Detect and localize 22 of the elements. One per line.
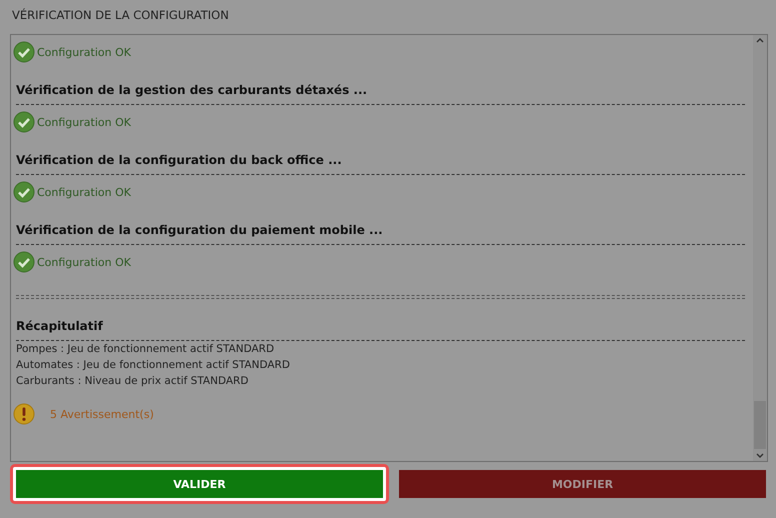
summary-line: Pompes : Jeu de fonctionnement actif STANDARD — [16, 342, 276, 357]
check-icon — [13, 111, 35, 133]
warning-icon — [13, 403, 35, 425]
confirm-button[interactable]: VALIDER — [16, 470, 383, 498]
cancel-button[interactable]: MODIFIER — [399, 470, 766, 498]
check-icon — [13, 41, 35, 63]
section-heading: Récapitulatif — [16, 319, 104, 334]
summary-line: Automates : Jeu de fonctionnement actif STANDARD — [16, 358, 291, 373]
section-heading: Vérification de la configuration du back office ... — [16, 153, 343, 168]
status-text: Configuration OK — [37, 116, 131, 128]
scrollbar[interactable] — [753, 35, 767, 461]
check-icon — [13, 181, 35, 203]
warning-text: 5 Avertissement(s) — [50, 408, 154, 420]
check-icon — [13, 251, 35, 273]
status-text: Configuration OK — [37, 256, 131, 268]
status-text: Configuration OK — [37, 46, 131, 58]
section-heading: Vérification de la configuration du paiement mobile ... — [16, 223, 384, 238]
summary-line: Carburants : Niveau de prix actif STANDARD — [16, 374, 250, 389]
scroll-thumb[interactable] — [754, 401, 766, 449]
dialog-title: VÉRIFICATION DE LA CONFIGURATION — [12, 8, 230, 22]
section-heading: Vérification de la gestion des carburants détaxés ... — [16, 83, 368, 98]
status-text: Configuration OK — [37, 186, 131, 198]
